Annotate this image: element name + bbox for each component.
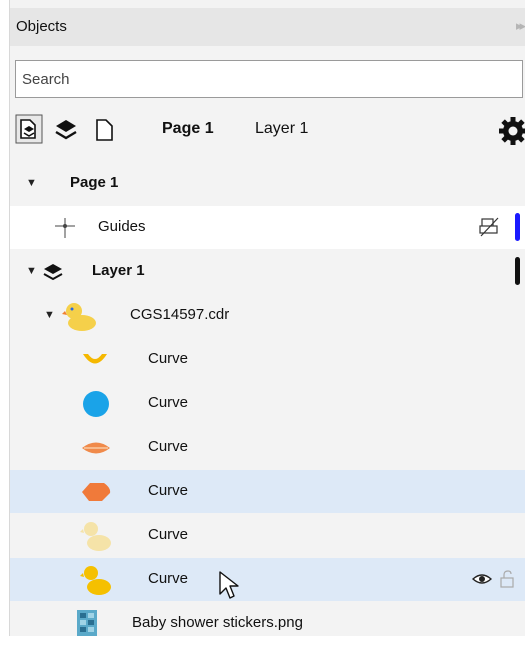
bitmap-thumbnail-icon bbox=[76, 609, 98, 641]
objects-docker: Objects ▸▸ Page 1 Layer 1 bbox=[10, 0, 525, 636]
tree-row-curve[interactable]: Curve bbox=[10, 338, 525, 381]
docker-title-bar: Objects ▸▸ bbox=[10, 8, 525, 46]
guides-label: Guides bbox=[98, 218, 146, 235]
page-label: Page 1 bbox=[70, 174, 119, 191]
guides-color-indicator[interactable] bbox=[515, 213, 520, 241]
current-layer-label[interactable]: Layer 1 bbox=[255, 120, 308, 138]
eye-icon[interactable] bbox=[471, 571, 493, 591]
tree-row-curve-selected[interactable]: Curve bbox=[10, 470, 525, 513]
beak-curve-icon bbox=[80, 437, 112, 463]
curve-label: Curve bbox=[148, 394, 189, 411]
blob-curve-icon bbox=[80, 480, 112, 508]
circle-curve-icon bbox=[82, 390, 110, 422]
page-icon[interactable] bbox=[90, 114, 116, 144]
tree-row-curve[interactable]: Curve bbox=[10, 426, 525, 469]
layer-label: Layer 1 bbox=[92, 262, 145, 279]
double-chevron-right-icon[interactable]: ▸▸ bbox=[516, 18, 525, 34]
layers-icon bbox=[42, 260, 64, 286]
canvas-edge bbox=[0, 0, 10, 636]
group-label: CGS14597.cdr bbox=[130, 306, 230, 323]
tree-row-page[interactable]: ▼ Page 1 bbox=[10, 162, 525, 205]
curve-label: Curve bbox=[148, 350, 189, 367]
tree-row-curve[interactable]: Curve bbox=[10, 514, 525, 557]
curve-label: Curve bbox=[148, 570, 189, 587]
current-page-label[interactable]: Page 1 bbox=[162, 120, 214, 138]
expand-caret-icon[interactable]: ▼ bbox=[44, 309, 55, 321]
objects-view-icon[interactable] bbox=[15, 114, 43, 144]
tree-row-group[interactable]: ▼ CGS14597.cdr bbox=[10, 294, 525, 337]
duck-silhouette-light-icon bbox=[80, 520, 112, 556]
tree-row-layer[interactable]: ▼ Layer 1 bbox=[10, 250, 525, 293]
curve-label: Curve bbox=[148, 482, 189, 499]
mouse-pointer-icon bbox=[218, 570, 240, 604]
objects-toolbar: Page 1 Layer 1 bbox=[10, 108, 525, 152]
tree-row-curve-hovered[interactable]: Curve bbox=[10, 558, 525, 601]
arc-curve-icon bbox=[80, 349, 110, 375]
print-disabled-icon[interactable] bbox=[478, 216, 500, 242]
expand-caret-icon[interactable]: ▼ bbox=[26, 265, 37, 277]
search-box[interactable] bbox=[15, 60, 525, 98]
search-input[interactable] bbox=[16, 61, 525, 97]
lock-open-icon[interactable] bbox=[499, 570, 515, 592]
curve-label: Curve bbox=[148, 526, 189, 543]
duck-group-icon bbox=[62, 299, 98, 337]
guides-icon bbox=[54, 217, 76, 243]
expand-caret-icon[interactable]: ▼ bbox=[26, 177, 37, 189]
curve-label: Curve bbox=[148, 438, 189, 455]
tree-row-guides[interactable]: Guides bbox=[10, 206, 525, 249]
docker-title: Objects bbox=[16, 18, 67, 35]
bitmap-label: Baby shower stickers.png bbox=[132, 614, 303, 631]
layers-icon[interactable] bbox=[52, 114, 78, 144]
tree-row-curve[interactable]: Curve bbox=[10, 382, 525, 425]
duck-silhouette-icon bbox=[80, 564, 112, 600]
gear-icon[interactable] bbox=[498, 116, 525, 150]
layer-color-indicator[interactable] bbox=[515, 257, 520, 285]
tree-row-bitmap[interactable]: Baby shower stickers.png bbox=[10, 602, 525, 645]
